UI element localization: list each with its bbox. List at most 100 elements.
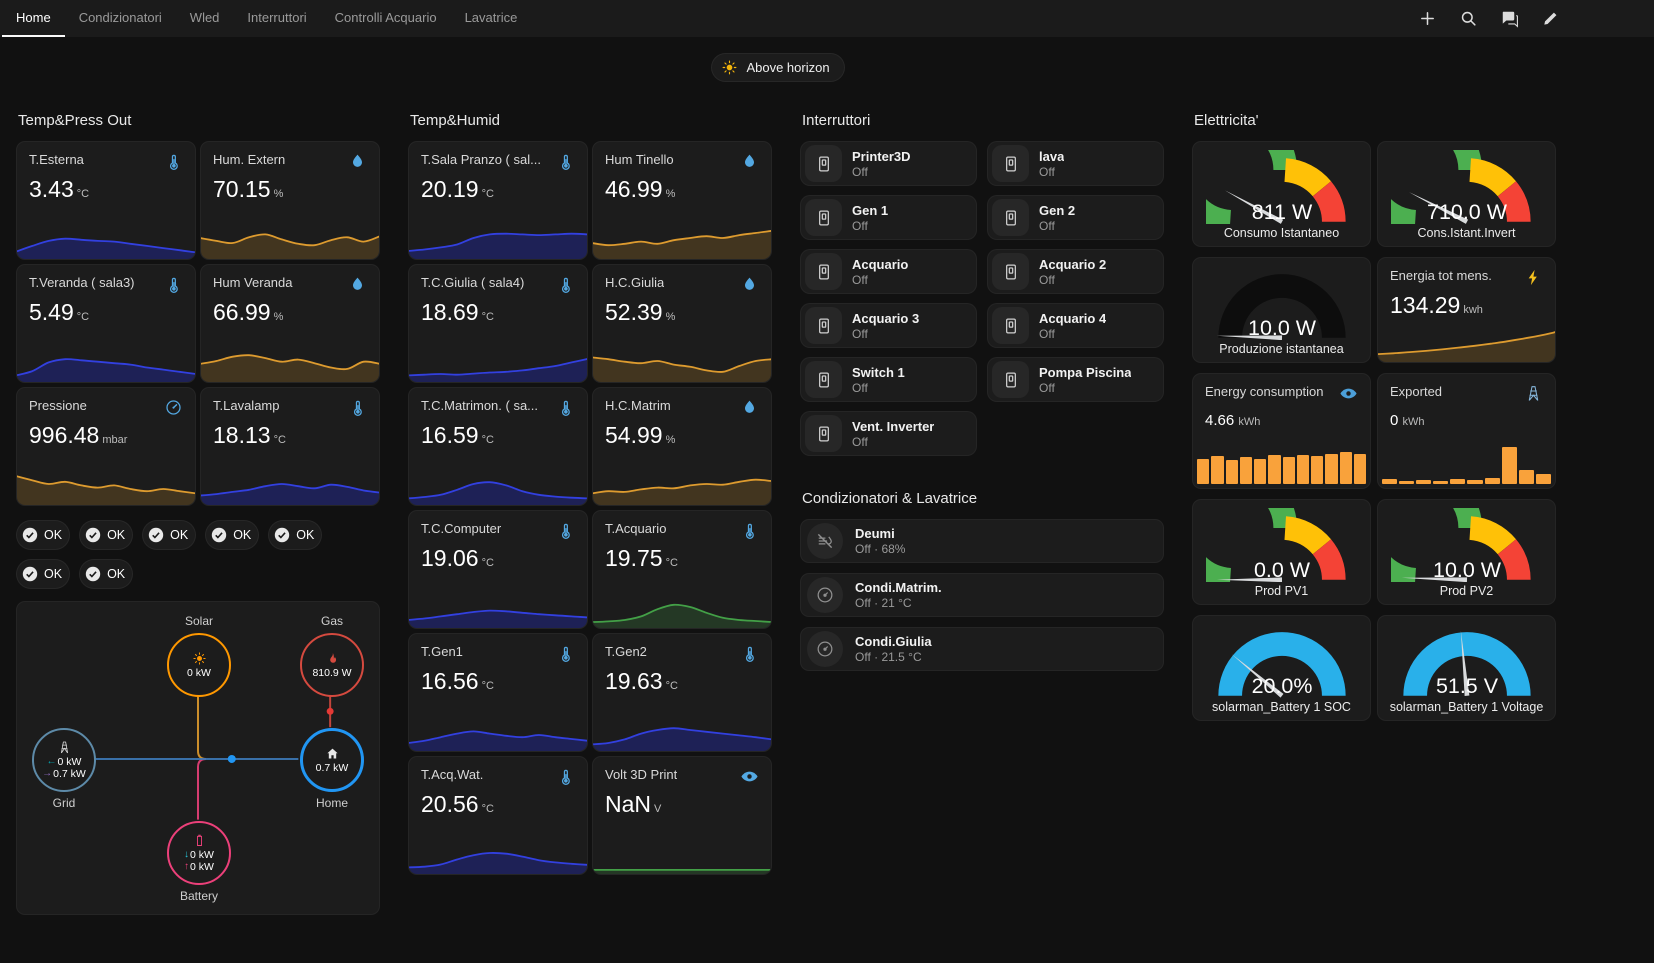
gauge-produzione-istantanea[interactable]: 10.0 WProduzione istantanea — [1192, 257, 1371, 363]
switch-gen-1[interactable]: Gen 1 Off — [800, 195, 977, 240]
tab-interruttori[interactable]: Interruttori — [233, 0, 320, 37]
sensor-value: 20.56 — [421, 791, 479, 817]
energy-node-label: Grid — [53, 796, 76, 810]
switch-acquario[interactable]: Acquario Off — [800, 249, 977, 294]
ok-chip[interactable]: OK — [16, 520, 70, 550]
sensor-card-hum-veranda[interactable]: Hum Veranda 66.99% — [200, 264, 380, 383]
switch-gen-2[interactable]: Gen 2 Off — [987, 195, 1164, 240]
sensor-card-t-c-matrimon-sa[interactable]: T.C.Matrimon. ( sa... 16.59°C — [408, 387, 588, 506]
switch-name: Acquario 2 — [1039, 257, 1106, 272]
clima-condi-giulia[interactable]: Condi.Giulia Off · 21.5 °C — [800, 627, 1164, 671]
sensor-card-h-c-giulia[interactable]: H.C.Giulia 52.39% — [592, 264, 772, 383]
sensor-unit: °C — [77, 311, 89, 323]
light-switch-icon — [992, 199, 1029, 236]
ok-chip[interactable]: OK — [268, 520, 322, 550]
sensor-card-t-acq-wat[interactable]: T.Acq.Wat. 20.56°C — [408, 756, 588, 875]
gauge-solarman-battery-1-voltage[interactable]: 51.5 Vsolarman_Battery 1 Voltage — [1377, 615, 1556, 721]
switch-acquario-2[interactable]: Acquario 2 Off — [987, 249, 1164, 294]
energy-distribution-card[interactable]: 0 kWSolar810.9 WGas←0 kW→0.7 kWGrid0.7 k… — [16, 601, 380, 915]
sensor-card-t-veranda-sala3[interactable]: T.Veranda ( sala3) 5.49°C — [16, 264, 196, 383]
gauge-value: 10.0 W — [1248, 316, 1317, 340]
sensor-card-t-c-giulia-sala4[interactable]: T.C.Giulia ( sala4) 18.69°C — [408, 264, 588, 383]
tab-lavatrice[interactable]: Lavatrice — [451, 0, 532, 37]
switch-state: Off — [852, 327, 919, 341]
tab-wled[interactable]: Wled — [176, 0, 234, 37]
gauge-value: 20.0% — [1251, 674, 1312, 698]
sensor-value: 18.69 — [421, 299, 479, 325]
pencil-button[interactable] — [1534, 3, 1566, 35]
bar-chart — [1382, 438, 1551, 484]
thermometer-icon — [740, 521, 759, 540]
electricity-grid: 811 WConsumo Istantaneo710.0 WCons.Istan… — [1192, 141, 1556, 721]
trend-chart — [200, 337, 380, 383]
sensor-card-t-c-computer[interactable]: T.C.Computer 19.06°C — [408, 510, 588, 629]
gauge-prod-pv1[interactable]: 0.0 WProd PV1 — [1192, 499, 1371, 605]
tab-controlli-acquario[interactable]: Controlli Acquario — [321, 0, 451, 37]
gauge-value: 811 W — [1251, 200, 1312, 224]
sensor-card-t-sala-pranzo-sal[interactable]: T.Sala Pranzo ( sal... 20.19°C — [408, 141, 588, 260]
sensor-card-pressione[interactable]: Pressione 996.48mbar — [16, 387, 196, 506]
trend-chart — [592, 337, 772, 383]
switch-name: Acquario — [852, 257, 908, 272]
ok-chip[interactable]: OK — [16, 559, 70, 589]
switch-vent-inverter[interactable]: Vent. Inverter Off — [800, 411, 977, 456]
sensor-card-hum-tinello[interactable]: Hum Tinello 46.99% — [592, 141, 772, 260]
check-circle-icon — [21, 565, 39, 583]
sensor-card-t-gen1[interactable]: T.Gen1 16.56°C — [408, 633, 588, 752]
clima-deumi[interactable]: Deumi Off · 68% — [800, 519, 1164, 563]
card-exported[interactable]: Exported 0 kWh — [1377, 373, 1556, 489]
sensor-card-t-acquario[interactable]: T.Acquario 19.75°C — [592, 510, 772, 629]
sensor-card-volt-3d-print[interactable]: Volt 3D Print NaNV — [592, 756, 772, 875]
tab-condizionatori[interactable]: Condizionatori — [65, 0, 176, 37]
sensor-card-hum-extern[interactable]: Hum. Extern 70.15% — [200, 141, 380, 260]
sensor-card-t-esterna[interactable]: T.Esterna 3.43°C — [16, 141, 196, 260]
forum-button[interactable] — [1493, 3, 1525, 35]
energy-node-solar[interactable]: 0 kW — [167, 633, 231, 697]
light-switch-icon — [805, 199, 842, 236]
check-circle-icon — [21, 526, 39, 544]
switch-lava[interactable]: lava Off — [987, 141, 1164, 186]
card-unit: kWh — [1403, 416, 1425, 428]
ok-chip[interactable]: OK — [205, 520, 259, 550]
tab-home[interactable]: Home — [2, 0, 65, 37]
plus-button[interactable] — [1411, 3, 1443, 35]
thermometer-icon — [348, 398, 367, 417]
light-switch-icon — [992, 253, 1029, 290]
switch-acquario-3[interactable]: Acquario 3 Off — [800, 303, 977, 348]
energy-node-gas[interactable]: 810.9 W — [300, 633, 364, 697]
sensor-card-h-c-matrim[interactable]: H.C.Matrim 54.99% — [592, 387, 772, 506]
sensor-card-t-gen2[interactable]: T.Gen2 19.63°C — [592, 633, 772, 752]
trend-chart — [592, 583, 772, 629]
card-energia-tot-mens[interactable]: Energia tot mens. 134.29kwh — [1377, 257, 1556, 363]
clima-condi-matrim[interactable]: Condi.Matrim. Off · 21 °C — [800, 573, 1164, 617]
sensor-unit: °C — [482, 680, 494, 692]
search-button[interactable] — [1452, 3, 1484, 35]
energy-node-home[interactable]: 0.7 kW — [300, 728, 364, 792]
sensor-name: T.Sala Pranzo ( sal... — [421, 152, 541, 167]
sensor-card-t-lavalamp[interactable]: T.Lavalamp 18.13°C — [200, 387, 380, 506]
ok-chip[interactable]: OK — [142, 520, 196, 550]
gauge-solarman-battery-1-soc[interactable]: 20.0%solarman_Battery 1 SOC — [1192, 615, 1371, 721]
energy-node-battery[interactable]: ↓0 kW↑0 kW — [167, 821, 231, 885]
switch-pompa-piscina[interactable]: Pompa Piscina Off — [987, 357, 1164, 402]
energy-node-grid[interactable]: ←0 kW→0.7 kW — [32, 728, 96, 792]
thermometer-icon — [556, 767, 575, 786]
gauge-consumo-istantaneo[interactable]: 811 WConsumo Istantaneo — [1192, 141, 1371, 247]
switch-switch-1[interactable]: Switch 1 Off — [800, 357, 977, 402]
card-energy-consumption[interactable]: Energy consumption 4.66 kWh — [1192, 373, 1371, 489]
section-title-temp-humid: Temp&Humid — [410, 112, 772, 129]
switch-printer3d[interactable]: Printer3D Off — [800, 141, 977, 186]
sun-chip[interactable]: Above horizon — [711, 53, 844, 82]
thermometer-icon — [556, 275, 575, 294]
ok-chip[interactable]: OK — [79, 520, 133, 550]
ok-chip[interactable]: OK — [79, 559, 133, 589]
gauge-cons-istant-invert[interactable]: 710.0 WCons.Istant.Invert — [1377, 141, 1556, 247]
gauge: 20.0% — [1206, 624, 1358, 698]
switch-acquario-4[interactable]: Acquario 4 Off — [987, 303, 1164, 348]
sensor-unit: °C — [482, 434, 494, 446]
switch-name: Vent. Inverter — [852, 419, 934, 434]
switch-name: lava — [1039, 149, 1064, 164]
gauge: 0.0 W — [1206, 508, 1358, 582]
gauge-prod-pv2[interactable]: 10.0 WProd PV2 — [1377, 499, 1556, 605]
thermometer-icon — [556, 521, 575, 540]
